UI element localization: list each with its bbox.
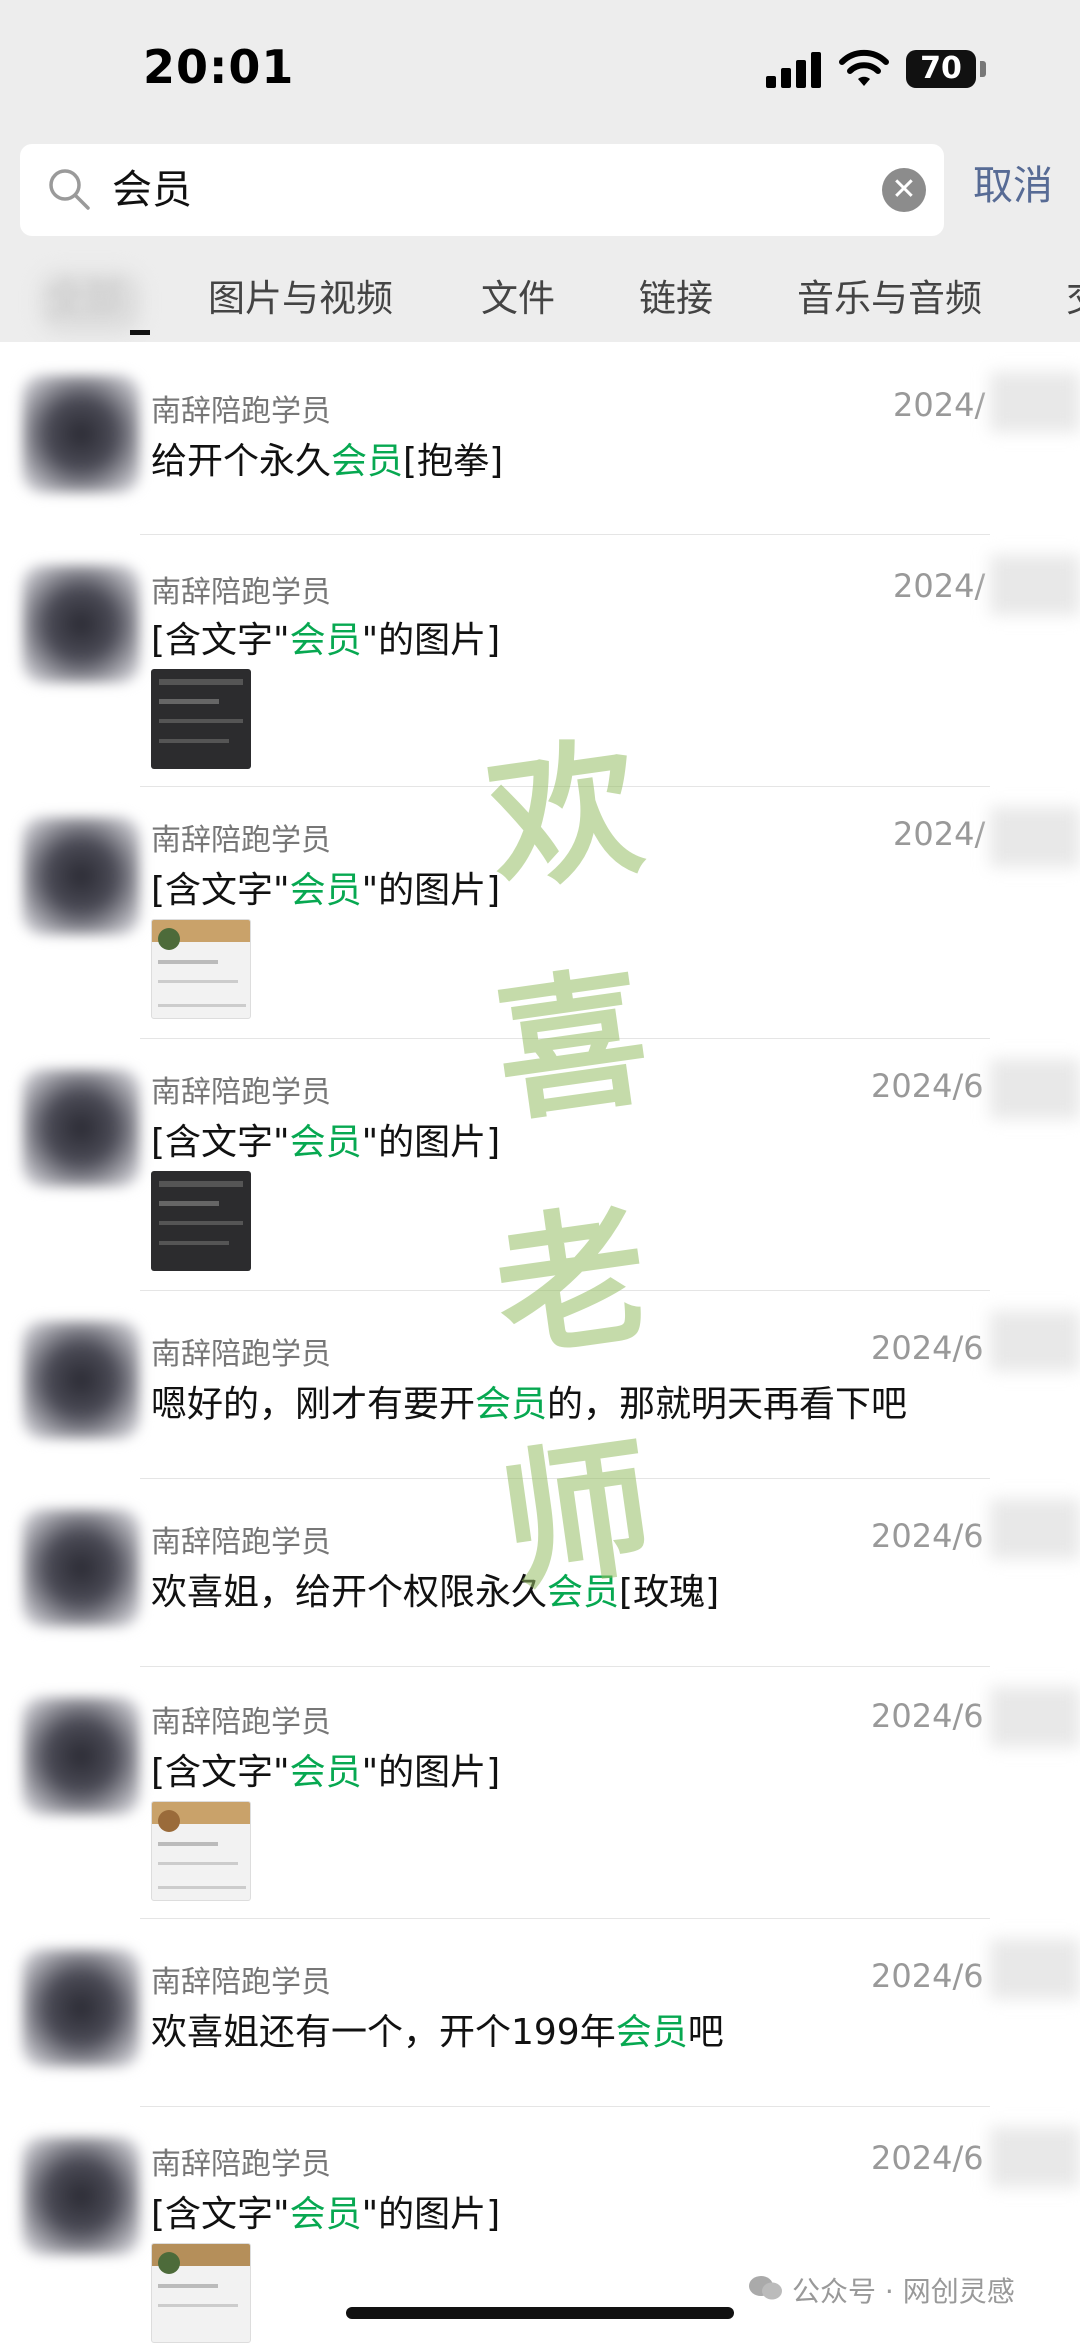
avatar	[22, 1949, 140, 2067]
tab-images-videos[interactable]: 图片与视频	[208, 268, 393, 322]
sender-name: 南辞陪跑学员	[151, 1075, 331, 1110]
message-date: 2024/6	[871, 1697, 984, 1735]
search-field[interactable]: 会员 ✕	[20, 144, 944, 236]
watermark-char: 欢	[478, 718, 652, 914]
image-thumbnail[interactable]	[151, 669, 251, 769]
message-date: 2024/	[893, 567, 986, 605]
tab-active-indicator	[130, 330, 150, 335]
message-date: 2024/	[893, 386, 986, 424]
search-icon	[49, 169, 90, 210]
image-thumbnail[interactable]	[151, 2243, 251, 2343]
avatar	[22, 2137, 140, 2255]
sender-name: 南辞陪跑学员	[151, 1965, 331, 2000]
status-time: 20:01	[143, 40, 295, 94]
status-bar: 20:01 70	[0, 0, 1080, 140]
list-item[interactable]: 南辞陪跑学员 2024/ 给开个永久会员[抱拳]	[0, 342, 1080, 535]
tab-more[interactable]: 交	[1066, 268, 1080, 322]
watermark-char: 喜	[485, 948, 659, 1144]
sender-name: 南辞陪跑学员	[151, 823, 331, 858]
message-date: 2024/6	[871, 1957, 984, 1995]
message-date: 2024/6	[871, 1067, 984, 1105]
message-text: [含文字"会员"的图片]	[151, 870, 501, 911]
cancel-button[interactable]: 取消	[973, 140, 1053, 232]
home-indicator[interactable]	[346, 2307, 734, 2319]
tab-music-audio[interactable]: 音乐与音频	[797, 268, 982, 322]
message-text: [含文字"会员"的图片]	[151, 1122, 501, 1163]
avatar	[22, 1697, 140, 1815]
sender-name: 南辞陪跑学员	[151, 2147, 331, 2182]
cellular-signal-icon	[766, 52, 822, 88]
message-date: 2024/	[893, 815, 986, 853]
tab-files[interactable]: 文件	[481, 268, 555, 322]
image-thumbnail[interactable]	[151, 1171, 251, 1271]
list-item[interactable]: 南辞陪跑学员 2024/6 欢喜姐还有一个，开个199年会员吧	[0, 1919, 1080, 2107]
battery-icon: 70	[906, 50, 976, 88]
avatar	[22, 1509, 140, 1627]
image-thumbnail[interactable]	[151, 1801, 251, 1901]
watermark-char: 师	[490, 1418, 664, 1614]
search-input[interactable]: 会员	[112, 144, 192, 236]
message-text: 给开个永久会员[抱拳]	[151, 441, 504, 482]
search-bar: 会员 ✕ 取消	[0, 140, 1080, 250]
tab-links[interactable]: 链接	[639, 268, 713, 322]
battery-cap	[980, 61, 986, 77]
message-text: [含文字"会员"的图片]	[151, 620, 501, 661]
sender-name: 南辞陪跑学员	[151, 1337, 331, 1372]
avatar	[22, 565, 140, 683]
watermark-char: 老	[485, 1185, 659, 1381]
list-item[interactable]: 南辞陪跑学员 2024/6 [含文字"会员"的图片]	[0, 1667, 1080, 1919]
tab-all[interactable]: 全部	[48, 268, 122, 322]
source-credit: 公众号 · 网创灵感	[792, 2275, 1015, 2308]
avatar	[22, 1069, 140, 1187]
avatar	[22, 1321, 140, 1439]
message-date: 2024/6	[871, 1517, 984, 1555]
message-date: 2024/6	[871, 1329, 984, 1367]
sender-name: 南辞陪跑学员	[151, 1705, 331, 1740]
wechat-icon	[749, 2276, 782, 2300]
sender-name: 南辞陪跑学员	[151, 394, 331, 429]
clear-icon[interactable]: ✕	[882, 168, 926, 212]
message-text: [含文字"会员"的图片]	[151, 2194, 501, 2235]
sender-name: 南辞陪跑学员	[151, 1525, 331, 1560]
message-date: 2024/6	[871, 2139, 984, 2177]
sender-name: 南辞陪跑学员	[151, 575, 331, 610]
avatar	[22, 817, 140, 935]
avatar	[22, 375, 140, 493]
wifi-icon	[839, 49, 889, 86]
image-thumbnail[interactable]	[151, 919, 251, 1019]
filter-tabs: 全部 图片与视频 文件 链接 音乐与音频 交	[0, 250, 1080, 342]
message-text: [含文字"会员"的图片]	[151, 1752, 501, 1793]
message-text: 欢喜姐还有一个，开个199年会员吧	[151, 2012, 724, 2053]
